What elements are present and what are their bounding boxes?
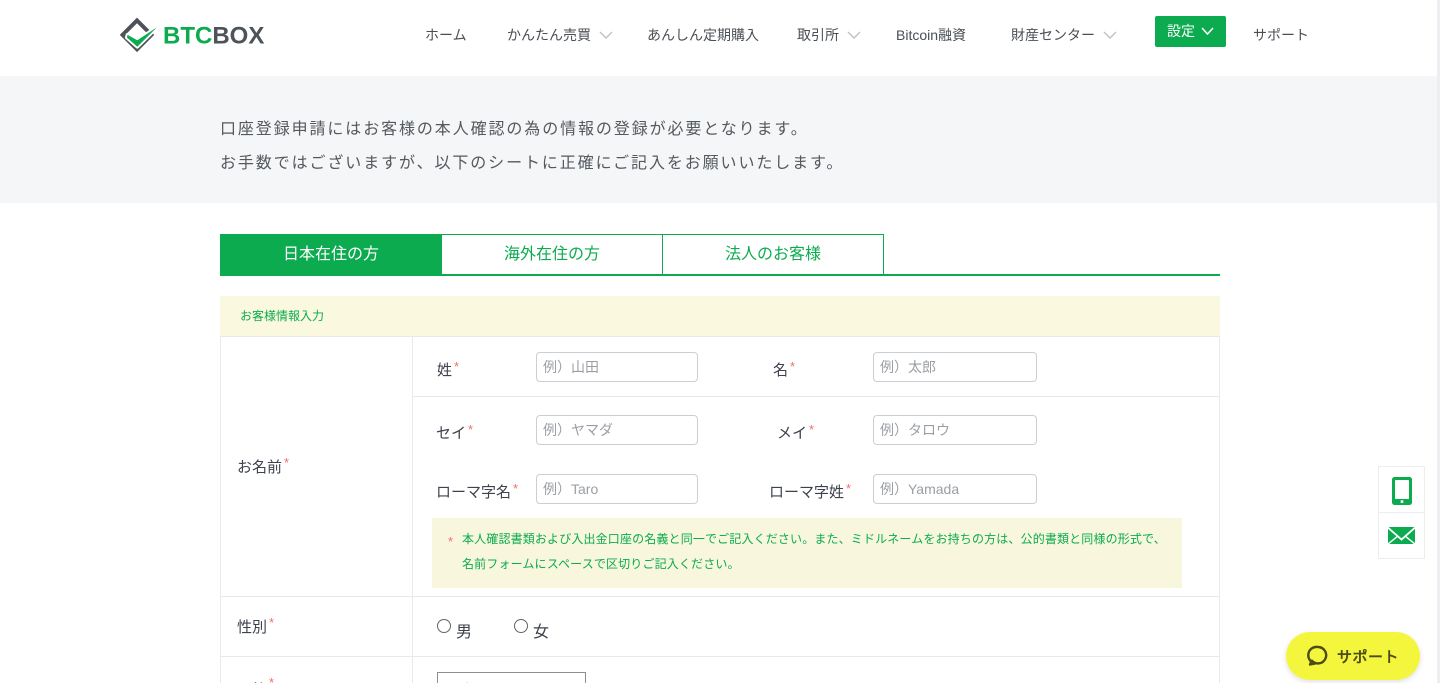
svg-text:BTCBOX: BTCBOX <box>163 23 264 50</box>
